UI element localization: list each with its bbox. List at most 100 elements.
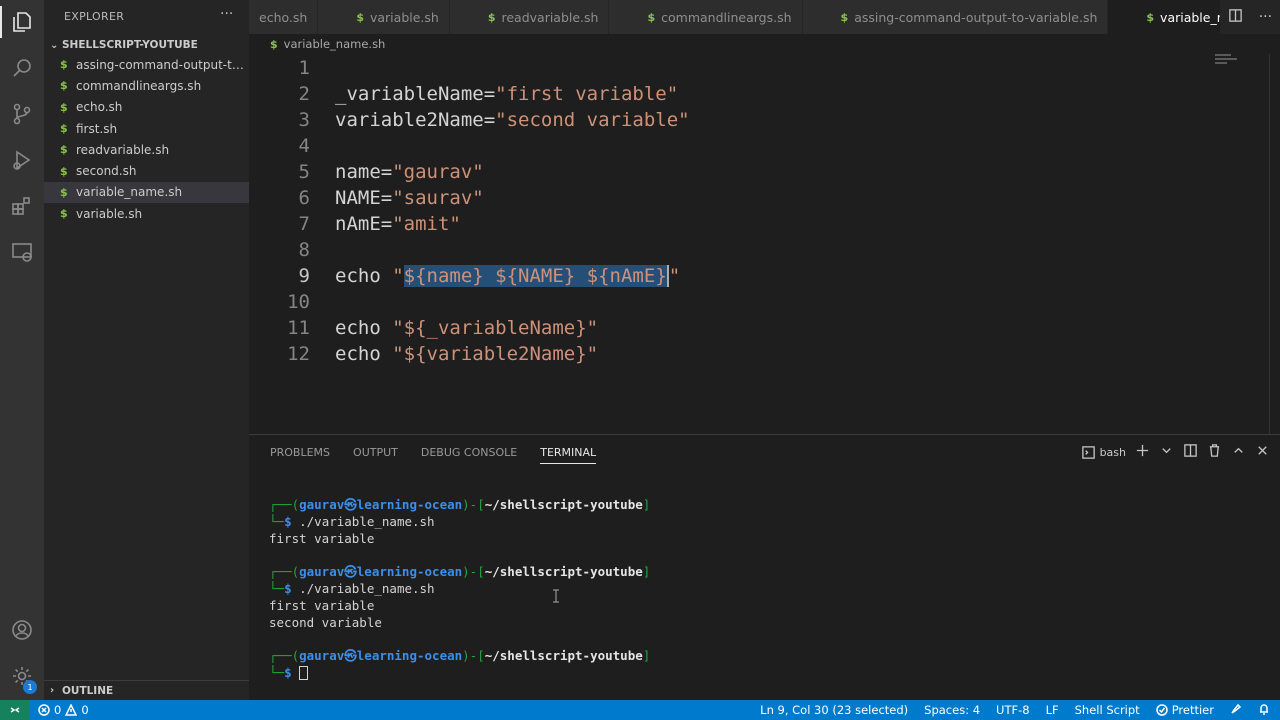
tab-assing-command-output[interactable]: $ assing-command-output-to-variable.sh [802,0,1109,34]
mouse-ibeam-cursor-icon [553,589,559,603]
chevron-down-icon[interactable] [1159,443,1174,461]
feedback-icon[interactable] [1230,703,1242,718]
terminal-cursor [299,666,309,681]
terminal-input-line[interactable]: └─$ [269,665,650,682]
outline-section[interactable]: › OUTLINE [44,680,249,700]
code-editor[interactable]: 1 2 _variableName="first variable" 3 varia… [249,54,1280,434]
tab-terminal[interactable]: TERMINAL [540,446,597,464]
status-bar: 0 0 Ln 9, Col 30 (23 selected) Spaces: 4… [0,700,1280,720]
terminal-command-line: └─$ ./variable_name.sh [269,580,435,596]
chevron-right-icon: › [50,685,55,696]
tab-output[interactable]: OUTPUT [353,446,398,459]
remote-explorer-icon[interactable] [0,230,44,274]
shell-file-icon: $ [356,10,364,24]
terminal-icon [1081,445,1095,459]
file-item[interactable]: $ variable.sh [44,203,249,224]
code-line: 12 echo "${variable2Name}" [287,343,599,365]
folder-name: SHELLSCRIPT-YOUTUBE [62,39,198,51]
more-actions-icon[interactable]: ··· [220,6,233,22]
status-right: Ln 9, Col 30 (23 selected) Spaces: 4 UTF… [760,703,1270,718]
account-icon[interactable] [0,608,44,652]
prettier-status[interactable]: Prettier [1155,703,1214,717]
code-line: 4 [298,135,310,157]
shell-file-icon: $ [60,143,68,157]
file-item[interactable]: $assing-command-output-to-variable.sh [44,54,249,75]
code-line: 11 echo "${_variableName}" [287,317,599,339]
chevron-down-icon: ⌄ [50,39,59,51]
workspace-folder[interactable]: ⌄ SHELLSCRIPT-YOUTUBE [44,36,249,54]
split-terminal-icon[interactable] [1183,443,1198,461]
shell-file-icon: $ [60,58,68,72]
tab-debug-console[interactable]: DEBUG CONSOLE [421,446,517,459]
explorer-title: EXPLORER [64,10,125,23]
file-item[interactable]: $ echo.sh [44,97,249,118]
extensions-icon[interactable] [0,184,44,228]
tab-variable[interactable]: $ variable.sh [318,0,450,34]
indentation[interactable]: Spaces: 4 [924,703,980,717]
terminal-prompt-line: ┌──(gaurav㉿learning-ocean)-[~/shellscrip… [269,564,651,580]
new-terminal-icon[interactable] [1135,443,1150,461]
editor-scrollbar[interactable] [1269,54,1270,434]
terminal-output-line: first variable [269,530,375,546]
explorer-sidebar: EXPLORER ··· ⌄ SHELLSCRIPT-YOUTUBE $ assi… [44,0,249,700]
code-line: 5 name="gaurav" [298,161,484,183]
terminal-prompt-line: ┌──(gaurav㉿learning-ocean)-[~/shellscrip… [269,497,651,512]
run-debug-icon[interactable] [0,138,44,182]
terminal-output-line: first variable [269,597,375,613]
terminal-prompt-line: ┌──(gaurav㉿learning-ocean)-[~/shellscrip… [269,648,651,664]
cursor-position[interactable]: Ln 9, Col 30 (23 selected) [760,703,908,717]
shell-file-icon: $ [60,100,68,114]
editor-tabs: echo.sh $ variable.sh $ readvariable.sh $ c… [249,0,1280,34]
shell-file-icon: $ [840,10,849,24]
tab-commandlineargs[interactable]: $ commandlineargs.sh [609,0,803,34]
explorer-icon[interactable] [0,0,44,44]
settings-gear-icon[interactable] [0,654,44,698]
more-actions-icon[interactable]: ··· [1259,9,1272,25]
shell-file-icon: $ [487,10,496,24]
tab-echo[interactable]: echo.sh [249,0,319,34]
file-item-selected[interactable]: $ variable_name.sh [44,181,249,204]
maximize-panel-icon[interactable] [1231,443,1246,461]
shell-file-icon: $ [60,122,68,136]
source-control-icon[interactable] [0,92,44,136]
line-ending[interactable]: LF [1046,703,1059,717]
terminal-output[interactable]: ┌──(gaurav㉿learning-ocean)-[~/shellscrip… [269,497,650,682]
shell-file-icon: $ [270,37,278,51]
tab-problems[interactable]: PROBLEMS [270,446,330,459]
code-line: 10 [287,291,310,313]
encoding[interactable]: UTF-8 [996,703,1030,717]
file-item[interactable]: $ commandlineargs.sh [44,75,249,96]
search-icon[interactable] [0,46,44,90]
tab-readvariable[interactable]: $ readvariable.sh [449,0,610,34]
shell-file-icon: $ [1146,10,1155,24]
code-line: 1 [298,57,310,79]
minimap[interactable] [1215,54,1245,74]
breadcrumb[interactable]: $ variable_name.sh [270,35,385,53]
file-item[interactable]: $ readvariable.sh [44,139,249,160]
code-line: 7 nAmE="amit" [298,213,461,235]
problems-indicator[interactable]: 0 0 [38,703,89,717]
language-mode[interactable]: Shell Script [1075,703,1140,717]
shell-file-icon: $ [647,10,656,24]
panel-actions: bash [1081,443,1270,461]
file-item[interactable]: $ second.sh [44,160,249,181]
shell-file-icon: $ [60,185,68,199]
notifications-bell-icon[interactable] [1258,703,1270,718]
error-icon [38,704,50,716]
settings-update-badge: 1 [23,680,37,694]
outline-label: OUTLINE [62,684,114,697]
terminal-shell-selector[interactable]: bash [1081,445,1126,460]
remote-indicator-icon[interactable] [0,700,30,720]
code-line: 3 variable2Name="second variable" [298,109,690,131]
check-double-icon [1155,704,1168,716]
code-line: 8 [298,239,310,261]
file-item[interactable]: $ first.sh [44,118,249,139]
warning-icon [65,704,78,716]
shell-file-icon: $ [60,164,68,178]
trash-icon[interactable] [1207,443,1222,461]
terminal-command-line: └─$ ./variable_name.sh [269,513,435,529]
split-editor-icon[interactable] [1228,8,1243,26]
close-panel-icon[interactable] [1255,443,1270,461]
bottom-panel: PROBLEMS OUTPUT DEBUG CONSOLE TERMINAL b… [249,434,1280,700]
shell-file-icon: $ [60,207,68,221]
